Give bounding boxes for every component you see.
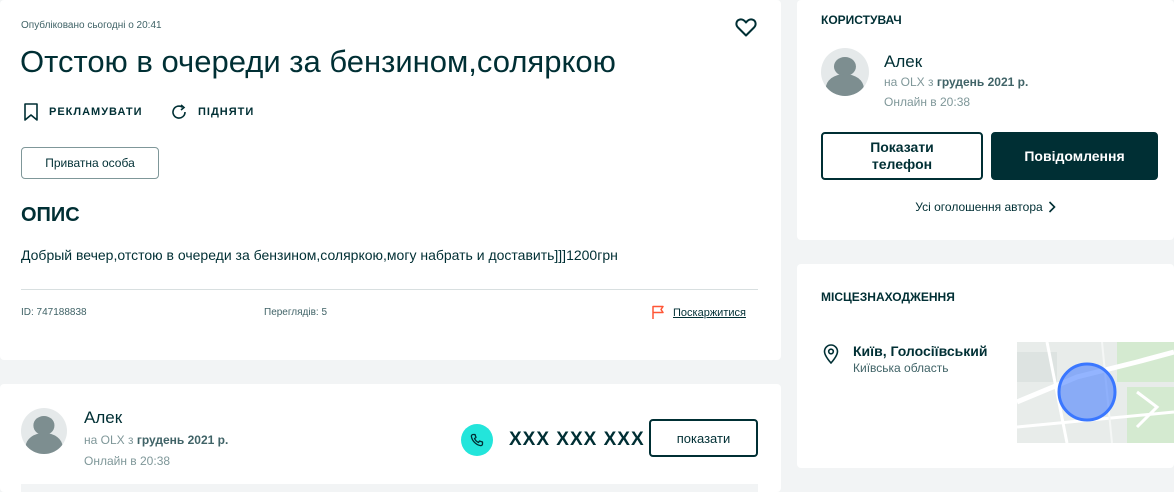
avatar [21,408,67,454]
description-text: Добрый вечер,отстою в очереди за бензино… [21,247,618,263]
user-panel-heading: КОРИСТУВАЧ [821,13,902,27]
map-radius-circle [1057,362,1117,422]
seller-type-badge: Приватна особа [21,147,159,179]
seller-since-date: грудень 2021 р. [136,433,229,447]
show-phone-button[interactable]: показати [649,419,758,457]
seller-since-prefix: на OLX з [84,433,137,447]
favorite-heart-icon[interactable] [734,15,758,39]
ad-card: Опубліковано сьогодні о 20:41 Отстою в о… [0,0,781,360]
flag-icon [652,305,664,319]
promote-button[interactable]: РЕКЛАМУВАТИ [23,103,142,121]
bottom-strip [21,484,758,492]
location-map[interactable] [1017,342,1174,443]
user-panel: КОРИСТУВАЧ Алек на OLX з грудень 2021 р.… [797,0,1174,240]
divider [21,289,758,290]
phone-icon [461,424,493,456]
published-date: Опубліковано сьогодні о 20:41 [21,20,162,31]
location-heading: МІСЦЕЗНАХОДЖЕННЯ [821,290,955,304]
ad-title: Отстою в очереди за бензином,соляркою [20,44,616,79]
show-phone-label-line1: Показати [870,139,934,155]
views-count: Переглядів: 5 [264,307,328,318]
raise-button[interactable]: ПІДНЯТИ [170,103,254,121]
seller-online: Онлайн в 20:38 [84,454,171,468]
show-phone-button[interactable]: Показати телефон [821,132,983,180]
seller-since: на OLX з грудень 2021 р. [84,433,228,447]
location-region: Київська область [853,361,949,375]
message-button[interactable]: Повідомлення [991,132,1158,180]
all-ads-link[interactable]: Усі оголошення автора [797,200,1174,214]
chevron-right-icon [1048,201,1056,213]
report-label: Поскаржитися [673,306,746,319]
user-online: Онлайн в 20:38 [884,95,971,109]
avatar [821,48,869,96]
description-heading: ОПИС [21,204,80,226]
show-phone-label-line2: телефон [871,156,933,172]
raise-label: ПІДНЯТИ [198,106,255,118]
refresh-icon [172,104,186,119]
user-since: на OLX з грудень 2021 р. [884,75,1028,89]
location-panel: МІСЦЕЗНАХОДЖЕННЯ Київ, Голосіївський Киї… [797,264,1174,468]
user-since-date: грудень 2021 р. [936,75,1029,89]
phone-number: XXX XXX XXX [509,429,645,450]
report-button[interactable]: Поскаржитися [651,305,746,320]
user-since-prefix: на OLX з [884,75,937,89]
all-ads-label: Усі оголошення автора [915,200,1043,214]
seller-card: Алек на OLX з грудень 2021 р. Онлайн в 2… [0,384,781,492]
promote-label: РЕКЛАМУВАТИ [49,106,143,118]
ad-id: ID: 747188838 [21,307,87,318]
location-city: Київ, Голосіївський [853,343,988,359]
user-name: Алек [884,52,923,71]
location-pin-icon [823,344,839,369]
bookmark-icon [24,103,38,121]
seller-name: Алек [84,408,123,427]
